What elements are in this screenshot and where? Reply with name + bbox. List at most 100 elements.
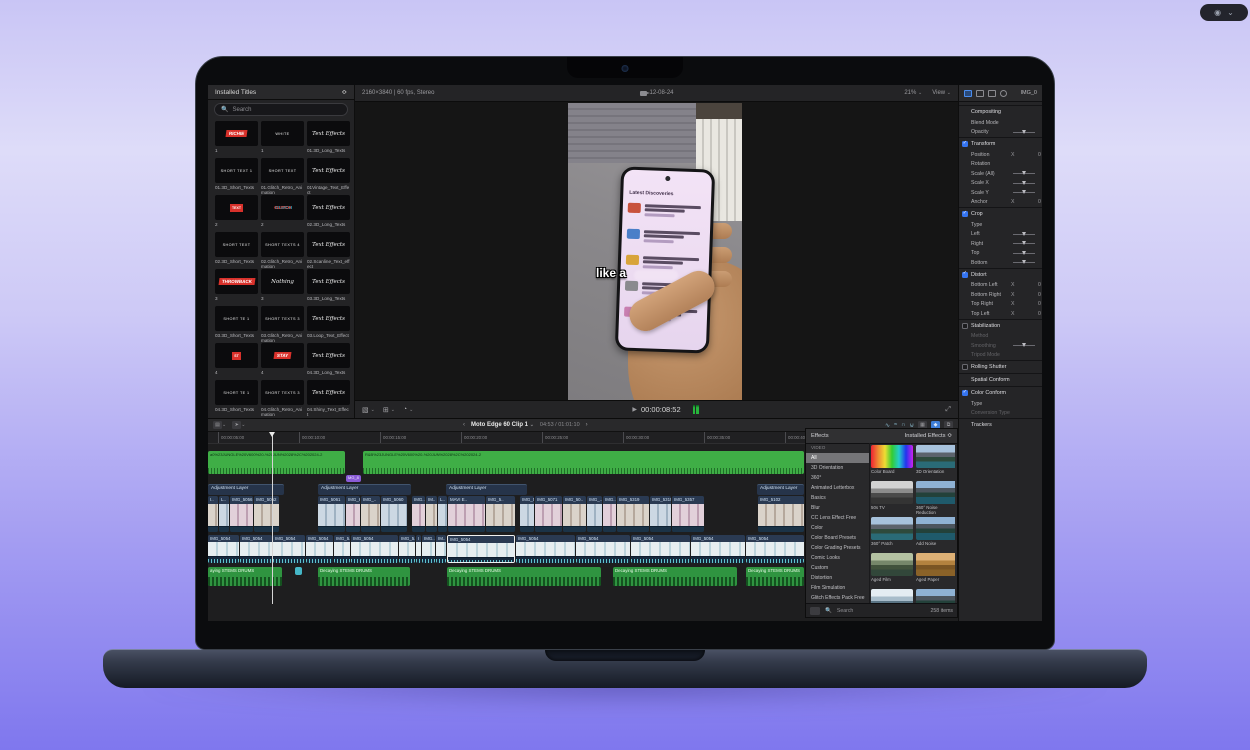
effects-inspector-icon[interactable] <box>976 90 984 97</box>
param-slider[interactable] <box>1013 253 1035 254</box>
param-slider[interactable] <box>1013 243 1035 244</box>
param-slider[interactable] <box>1013 234 1035 235</box>
inspector-row[interactable]: Scale X <box>959 179 1042 189</box>
title-cell[interactable]: Text Effects02.Scanline_Text_effect <box>307 232 350 269</box>
timeline-clip[interactable]: Adjustment Layer <box>757 484 804 495</box>
effects-category[interactable]: Distortion <box>806 573 869 583</box>
timeline-clip[interactable]: IMG_.. <box>361 496 380 532</box>
timeline-clip[interactable]: IMG.. <box>603 496 616 532</box>
sort-icon[interactable]: ≎ <box>342 88 347 96</box>
parameter-checkbox[interactable] <box>962 364 968 370</box>
info-inspector-icon[interactable] <box>1000 90 1007 97</box>
inspector-row[interactable]: Top <box>959 249 1042 259</box>
timeline-clip[interactable]: IMG_5054 <box>240 535 272 563</box>
title-cell[interactable]: SHORT TEXT02.3D_Short_Texts <box>215 232 258 269</box>
title-cell[interactable]: SHORT TEXT01.Glitch_Retro_Animation <box>261 158 304 195</box>
timeline-clip[interactable]: IMG_5.. <box>399 535 415 563</box>
parameter-checkbox[interactable] <box>962 141 968 147</box>
inspector-row[interactable]: Bottom LeftX0 <box>959 281 1042 291</box>
transform-button[interactable]: ⊞⌄ <box>383 406 395 414</box>
previous-clip-icon[interactable]: ‹ <box>463 422 465 428</box>
timeline-clip[interactable]: IMG.. <box>412 496 425 532</box>
inspector-row[interactable]: Trackers <box>959 418 1042 431</box>
inspector-row[interactable]: Opacity <box>959 128 1042 138</box>
timeline-clip[interactable]: a0%23JUNGLE%20V600%20-%20JUN%2028%2C%202… <box>208 451 345 474</box>
effects-category[interactable]: Film Simulation <box>806 583 869 593</box>
param-slider[interactable] <box>1013 132 1035 133</box>
inspector-row[interactable]: Rolling Shutter <box>959 360 1042 373</box>
slider-knob[interactable] <box>1022 181 1026 185</box>
effects-item[interactable] <box>871 589 913 603</box>
effects-category[interactable]: CC Lens Effect Free <box>806 513 869 523</box>
timeline-clip[interactable]: IMG_8.. <box>346 496 360 532</box>
inspector-row[interactable]: Stabilization <box>959 319 1042 332</box>
inspector-row[interactable]: Top RightX0 <box>959 300 1042 310</box>
effects-search-input[interactable]: Search <box>837 608 853 614</box>
effects-item[interactable]: Color Board <box>871 445 913 481</box>
title-cell[interactable]: TEXT2 <box>215 195 258 232</box>
timeline-clip[interactable]: Decaying STEMS DRUMS <box>746 567 804 586</box>
timeline-clip[interactable]: IMG_5054 <box>351 535 398 563</box>
timeline-clip[interactable]: IMG_5071 <box>535 496 562 532</box>
timeline-clip[interactable]: IMG_5060 <box>381 496 407 532</box>
titles-search-input[interactable]: 🔍 Search <box>214 103 348 116</box>
timeline-clip[interactable]: IMG_5054 <box>631 535 690 563</box>
effects-item[interactable]: Aged Film <box>871 553 913 589</box>
effects-category[interactable]: Color Grading Presets <box>806 543 869 553</box>
effects-category[interactable]: Animated Letterbox <box>806 483 869 493</box>
timeline-clip[interactable]: IMG_5054 <box>746 535 804 563</box>
timeline-clip[interactable]: IMG_5056 <box>230 496 253 532</box>
effects-category[interactable]: Basics <box>806 493 869 503</box>
next-clip-icon[interactable]: › <box>586 422 588 428</box>
effects-item[interactable]: 360° Patch <box>871 517 913 553</box>
title-cell[interactable]: Text Effects04.3D_Long_Texts <box>307 343 350 380</box>
title-cell[interactable]: STAY4 <box>261 343 304 380</box>
inspector-row[interactable]: Smoothing <box>959 341 1042 351</box>
title-cell[interactable]: SHORT TE 104.3D_Short_Texts <box>215 380 258 417</box>
effects-category[interactable]: All <box>806 453 869 463</box>
param-slider[interactable] <box>1013 262 1035 263</box>
timeline-clip[interactable]: IMG_5.. <box>334 535 350 563</box>
video-inspector-icon[interactable] <box>964 90 972 97</box>
timeline-clip[interactable]: R&B%23JUNGLE%20V600%20-%20JUN%2028%2C%20… <box>363 451 804 474</box>
effects-category[interactable]: 3D Orientation <box>806 463 869 473</box>
timeline-clip[interactable]: IMG_5.. <box>486 496 515 532</box>
timeline-clip-title[interactable]: Moto Edge 60 Clip 1 ⌄ <box>471 422 534 428</box>
effects-category[interactable]: Comic Looks <box>806 553 869 563</box>
timeline-clip[interactable]: IMG_5054 <box>306 535 333 563</box>
timeline-clip[interactable]: L.. <box>219 496 229 532</box>
effects-view-toggle-button[interactable] <box>810 607 820 615</box>
effects-item[interactable]: 3D Orientation <box>916 445 955 481</box>
timeline-clip[interactable]: IMG.. <box>422 535 435 563</box>
effects-category[interactable]: Glitch Effects Pack Free <box>806 593 869 603</box>
inspector-row[interactable]: Method <box>959 332 1042 342</box>
timeline-clip[interactable]: I <box>416 535 421 563</box>
timeline-clip[interactable]: IM.. <box>436 535 446 563</box>
timeline-clip[interactable]: IMG_5319 <box>650 496 671 532</box>
title-cell[interactable]: Nothing3 <box>261 269 304 306</box>
zoom-level-dropdown[interactable]: 21% ⌄ <box>904 90 922 96</box>
play-icon[interactable]: ▶ <box>632 406 637 413</box>
inspector-row[interactable]: Tripod Mode <box>959 351 1042 361</box>
timeline-clip[interactable]: L.. <box>438 496 447 532</box>
timeline-clip[interactable]: IMG_5102 <box>758 496 804 532</box>
effects-category[interactable]: Color Board Presets <box>806 533 869 543</box>
param-slider[interactable] <box>1013 183 1035 184</box>
title-cell[interactable]: Text Effects03.Loop_Text_Effect <box>307 306 350 343</box>
slider-knob[interactable] <box>1022 251 1026 255</box>
timeline-clip[interactable]: Decaying STEMS DRUMS <box>613 567 737 586</box>
inspector-row[interactable]: Scale (All) <box>959 169 1042 179</box>
title-cell[interactable]: Text Effects03.3D_Long_Texts <box>307 269 350 306</box>
timeline-clip[interactable]: MG_8 <box>346 475 361 482</box>
slider-knob[interactable] <box>1022 171 1026 175</box>
inspector-row[interactable]: Color Conform <box>959 386 1042 399</box>
timeline-clip[interactable]: IMG_5061 <box>318 496 345 532</box>
slider-knob[interactable] <box>1022 241 1026 245</box>
audio-meters[interactable] <box>693 405 699 414</box>
effects-installed-filter[interactable]: Installed Effects ≎ <box>905 433 952 439</box>
timeline-clip[interactable]: I.. <box>208 496 218 532</box>
param-slider[interactable] <box>1013 345 1035 346</box>
timeline-clip[interactable]: Decaying STEMS DRUMS <box>318 567 410 586</box>
inspector-row[interactable]: Rotation <box>959 160 1042 170</box>
timeline-clip[interactable]: IMG_50.. <box>563 496 586 532</box>
